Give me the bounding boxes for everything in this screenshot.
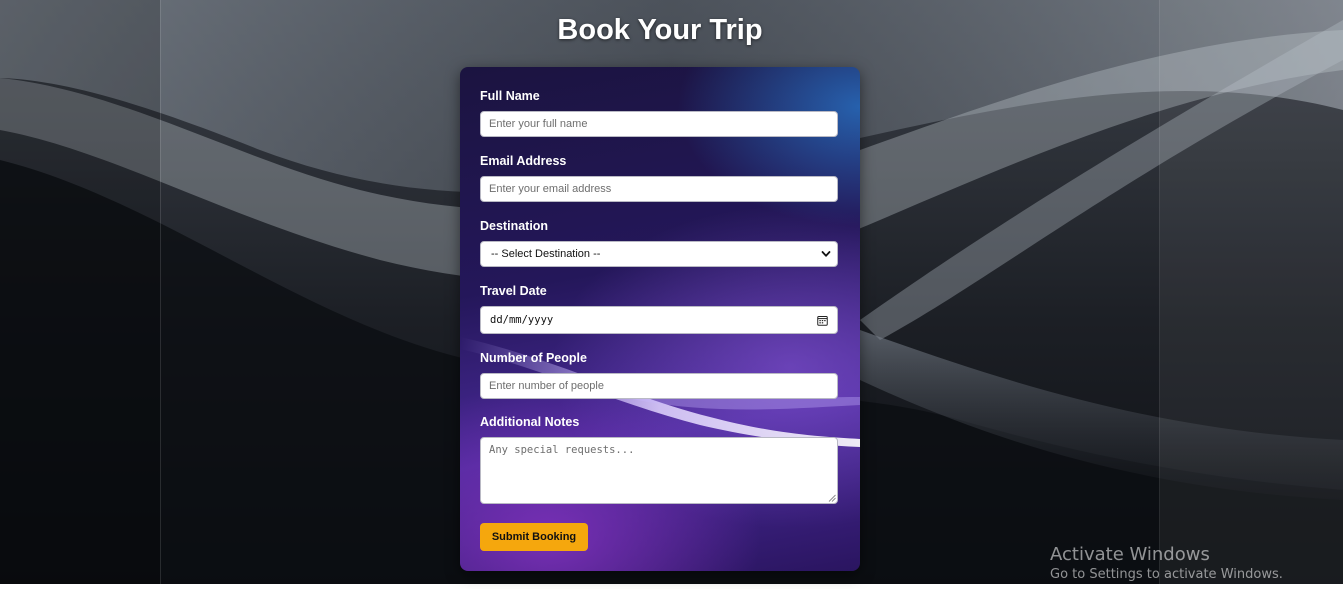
resize-grip-icon[interactable]	[828, 494, 836, 502]
notes-label: Additional Notes	[480, 415, 580, 429]
email-label: Email Address	[480, 154, 567, 168]
full-name-input[interactable]	[480, 111, 838, 137]
people-input[interactable]	[480, 373, 838, 399]
windows-activation-watermark: Activate Windows Go to Settings to activ…	[1050, 544, 1283, 583]
travel-date-input[interactable]: dd/mm/yyyy	[480, 306, 838, 334]
page-title: Book Your Trip	[557, 14, 763, 46]
calendar-icon[interactable]	[817, 315, 828, 326]
watermark-subtitle: Go to Settings to activate Windows.	[1050, 567, 1283, 582]
destination-selected-value: -- Select Destination --	[491, 248, 601, 260]
full-name-label: Full Name	[480, 89, 540, 103]
destination-select[interactable]: -- Select Destination --	[480, 241, 838, 267]
travel-date-value: dd/mm/yyyy	[490, 314, 554, 326]
chevron-down-icon	[821, 251, 831, 257]
notes-textarea[interactable]	[480, 437, 838, 504]
watermark-title: Activate Windows	[1050, 544, 1210, 565]
people-label: Number of People	[480, 351, 587, 365]
email-input[interactable]	[480, 176, 838, 202]
destination-label: Destination	[480, 219, 549, 233]
travel-date-label: Travel Date	[480, 284, 547, 298]
booking-form: Full Name Email Address Destination -- S…	[460, 67, 860, 571]
submit-booking-button[interactable]: Submit Booking	[480, 523, 588, 551]
